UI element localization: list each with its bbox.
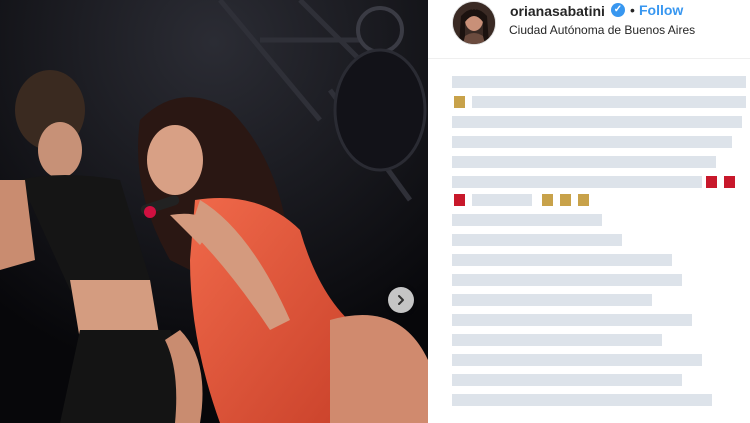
chevron-right-icon [395, 294, 407, 306]
username-link[interactable]: orianasabatini [510, 3, 605, 19]
blurred-line [452, 314, 692, 326]
blurred-line [452, 76, 746, 88]
blurred-line [452, 136, 732, 148]
post-image [0, 0, 428, 423]
blurred-line [452, 374, 682, 386]
blurred-emoji [724, 176, 735, 188]
blurred-line [452, 156, 716, 168]
blurred-emoji [560, 194, 571, 206]
blurred-emoji [454, 194, 465, 206]
blurred-line [452, 116, 742, 128]
blurred-line [452, 294, 652, 306]
blurred-emoji [578, 194, 589, 206]
blurred-line [452, 176, 702, 188]
avatar[interactable] [452, 1, 496, 45]
post-header: orianasabatini ✓ • Follow Ciudad Autónom… [428, 0, 750, 59]
blurred-line [452, 234, 622, 246]
blurred-line [452, 354, 702, 366]
location-link[interactable]: Ciudad Autónoma de Buenos Aires [509, 23, 695, 37]
separator-dot: • [630, 2, 635, 18]
blurred-line [472, 194, 532, 206]
blurred-line [472, 96, 746, 108]
blurred-line [452, 334, 662, 346]
blurred-line [452, 274, 682, 286]
blurred-caption [452, 72, 750, 423]
post-sidebar: orianasabatini ✓ • Follow Ciudad Autónom… [428, 0, 750, 423]
follow-button[interactable]: Follow [639, 2, 683, 18]
verified-badge-icon: ✓ [611, 3, 625, 17]
blurred-line [452, 394, 712, 406]
post-photo [0, 0, 428, 423]
blurred-line [452, 214, 602, 226]
blurred-emoji [706, 176, 717, 188]
blurred-emoji [454, 96, 465, 108]
carousel-next-button[interactable] [388, 287, 414, 313]
blurred-line [452, 254, 672, 266]
blurred-emoji [542, 194, 553, 206]
